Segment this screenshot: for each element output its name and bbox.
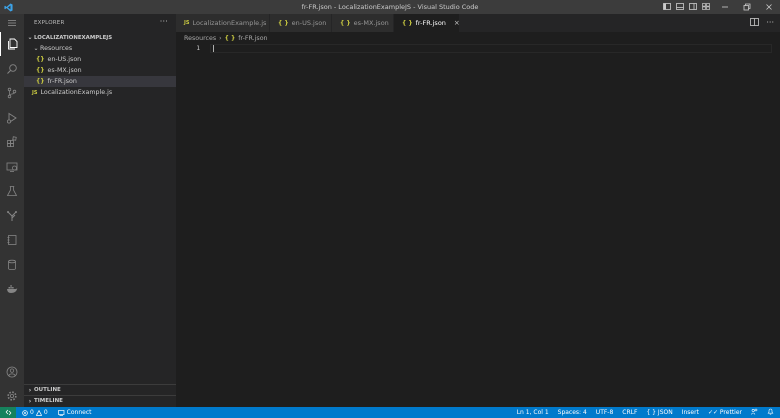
tab-localization-example[interactable]: JS LocalizationExample.js [176,14,270,32]
manage-gear-icon[interactable] [0,384,24,408]
tree-item-resources[interactable]: ⌄ Resources [24,43,176,54]
error-count: 0 [30,409,34,416]
explorer-sidebar: EXPLORER ··· ⌄ LOCALIZATIONEXAMPLEJS ⌄ R… [24,14,176,407]
source-control-icon[interactable] [0,81,24,105]
explorer-title: EXPLORER [34,20,65,26]
tab-en-us[interactable]: { } en-US.json [270,14,332,32]
tree-item-en-us[interactable]: {} en-US.json [24,54,176,65]
language-mode[interactable]: { } JSON [646,409,672,416]
git-graph-icon[interactable] [0,204,24,228]
search-icon[interactable] [0,57,24,81]
timeline-section[interactable]: › TIMELINE [24,395,176,406]
status-bar: 0 0 Connect Ln 1, Col 1 Spaces: 4 UTF-8 … [0,407,780,418]
json-file-icon: {} [36,78,45,85]
notebook-icon[interactable] [0,228,24,252]
end-of-line[interactable]: CRLF [622,409,637,416]
connect-button[interactable]: Connect [57,409,92,416]
explorer-icon[interactable] [0,32,24,56]
js-file-icon: JS [184,20,190,26]
tab-label: en-US.json [291,19,327,27]
chevron-right-icon: › [219,34,222,42]
toggle-secondary-sidebar-icon[interactable] [688,2,697,11]
text-cursor [213,45,214,52]
explorer-header: EXPLORER ··· [24,14,176,32]
minimize-icon[interactable] [714,0,736,14]
json-file-icon: { } [278,19,289,27]
tree-item-label: LocalizationExample.js [40,89,113,96]
tab-fr-fr[interactable]: { } fr-FR.json × [394,14,460,32]
tab-label: fr-FR.json [415,19,446,27]
tree-item-label: Resources [40,45,73,52]
json-file-icon: { } [340,19,351,27]
testing-icon[interactable] [0,179,24,203]
breadcrumb-file[interactable]: fr-FR.json [238,35,267,42]
json-file-icon: { } [402,19,413,27]
js-file-icon: JS [32,89,38,96]
toggle-primary-sidebar-icon[interactable] [662,2,671,11]
remote-indicator-icon[interactable] [0,407,16,418]
account-icon[interactable] [0,360,24,384]
outline-section[interactable]: › OUTLINE [24,384,176,395]
tree-item-label: fr-FR.json [47,78,77,85]
breadcrumb-folder[interactable]: Resources [184,35,216,42]
prettier-status[interactable]: ✓✓ Prettier [708,409,742,416]
database-icon[interactable] [0,253,24,277]
tree-item-label: es-MX.json [47,67,82,74]
tab-label: es-MX.json [353,19,389,27]
tree-item-localization-example[interactable]: JS LocalizationExample.js [24,87,176,98]
json-file-icon: {} [36,56,45,63]
tab-es-mx[interactable]: { } es-MX.json [332,14,394,32]
close-tab-icon[interactable]: × [454,19,460,27]
insert-mode[interactable]: Insert [682,409,699,416]
indentation[interactable]: Spaces: 4 [558,409,587,416]
language-label: JSON [657,409,673,416]
encoding[interactable]: UTF-8 [596,409,614,416]
json-file-icon: { } [224,34,236,42]
cursor-position[interactable]: Ln 1, Col 1 [517,409,549,416]
tree-item-es-mx[interactable]: {} es-MX.json [24,65,176,76]
error-icon [22,409,28,416]
prettier-label: Prettier [719,409,742,416]
line-number: 1 [196,45,200,52]
timeline-label: TIMELINE [34,398,63,404]
extensions-icon[interactable] [0,130,24,154]
docker-icon[interactable] [0,277,24,301]
breadcrumb: Resources › { } fr-FR.json [176,32,780,44]
json-file-icon: {} [36,67,45,74]
editor-tabs: JS LocalizationExample.js { } en-US.json… [176,14,780,32]
current-line-highlight [210,44,772,53]
chevron-down-icon: ⌄ [33,45,39,52]
connect-label: Connect [66,409,92,416]
problems-indicator[interactable]: 0 0 [22,409,48,416]
connect-icon [57,409,65,416]
restore-icon[interactable] [736,0,758,14]
more-actions-icon[interactable]: ··· [160,17,168,26]
json-language-icon: { } [646,409,656,416]
split-editor-icon[interactable] [750,18,760,28]
activity-bar [0,14,24,407]
customize-layout-icon[interactable] [701,2,710,11]
outline-label: OUTLINE [34,387,61,393]
code-editor[interactable]: 1 [176,44,780,407]
tree-item-fr-fr[interactable]: {} fr-FR.json [24,76,176,87]
more-actions-icon[interactable]: ··· [766,18,774,28]
warning-icon [35,409,42,416]
tree-item-label: en-US.json [47,56,82,63]
workspace-root-label: LOCALIZATIONEXAMPLEJS [34,34,113,41]
run-debug-icon[interactable] [0,106,24,130]
tab-label: LocalizationExample.js [192,19,267,27]
close-window-icon[interactable] [758,0,780,14]
remote-explorer-icon[interactable] [0,155,24,179]
chevron-down-icon: ⌄ [27,34,33,41]
warning-count: 0 [43,409,48,416]
toggle-panel-icon[interactable] [675,2,684,11]
chevron-right-icon: › [28,386,32,394]
title-bar: fr-FR.json - LocalizationExampleJS - Vis… [0,0,780,14]
double-check-icon: ✓✓ [707,409,718,416]
chevron-right-icon: › [28,397,32,405]
notifications-bell-icon[interactable] [767,408,774,417]
feedback-icon[interactable] [751,408,758,417]
workspace-root[interactable]: ⌄ LOCALIZATIONEXAMPLEJS [24,32,176,43]
